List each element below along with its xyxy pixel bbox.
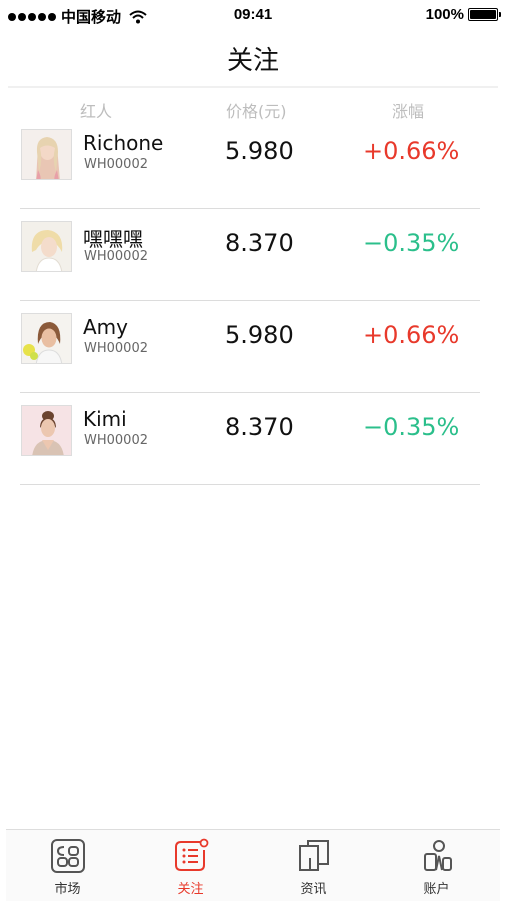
tab-watchlist[interactable]: 关注 bbox=[129, 830, 252, 901]
avatar bbox=[21, 405, 72, 456]
page-title: 关注 bbox=[226, 46, 279, 76]
star-name: Richone bbox=[83, 131, 164, 155]
tab-market[interactable]: 市场 bbox=[6, 830, 129, 901]
news-icon bbox=[299, 840, 329, 871]
list-item[interactable]: Kimi WH00002 8.370 −0.35% bbox=[20, 393, 480, 485]
list-item[interactable]: Richone WH00002 5.980 +0.66% bbox=[20, 117, 480, 209]
star-code: WH00002 bbox=[84, 433, 148, 448]
star-price: 5.980 bbox=[225, 137, 294, 165]
star-code: WH00002 bbox=[84, 249, 148, 264]
avatar bbox=[21, 313, 72, 364]
avatar bbox=[21, 221, 72, 272]
status-bar: 中国移动 09:41 100% bbox=[0, 0, 506, 30]
avatar bbox=[21, 129, 72, 180]
star-code: WH00002 bbox=[84, 341, 148, 356]
star-change: −0.35% bbox=[363, 413, 460, 441]
star-name: Kimi bbox=[83, 407, 127, 431]
star-price: 8.370 bbox=[225, 229, 294, 257]
battery-percent: 100% bbox=[425, 6, 464, 23]
list-item[interactable]: 嘿嘿嘿 WH00002 8.370 −0.35% bbox=[20, 209, 480, 301]
tab-label: 账户 bbox=[423, 882, 450, 897]
tab-bar: 市场 关注 资讯 账户 bbox=[6, 829, 500, 901]
tab-label: 市场 bbox=[54, 882, 81, 897]
star-change: +0.66% bbox=[363, 137, 460, 165]
star-price: 5.980 bbox=[225, 321, 294, 349]
tab-news[interactable]: 资讯 bbox=[252, 830, 375, 901]
market-icon bbox=[51, 839, 85, 873]
tab-label: 关注 bbox=[177, 882, 204, 897]
tab-account[interactable]: 账户 bbox=[375, 830, 498, 901]
battery-info: 100% bbox=[425, 6, 501, 23]
list-item[interactable]: Amy WH00002 5.980 +0.66% bbox=[20, 301, 480, 393]
watchlist-icon bbox=[175, 838, 209, 871]
star-code: WH00002 bbox=[84, 157, 148, 172]
star-change: +0.66% bbox=[363, 321, 460, 349]
battery-icon bbox=[468, 8, 501, 21]
star-name: 嘿嘿嘿 bbox=[83, 227, 143, 251]
star-change: −0.35% bbox=[363, 229, 460, 257]
star-name: Amy bbox=[83, 315, 128, 339]
row-divider bbox=[20, 484, 480, 485]
tab-label: 资讯 bbox=[300, 882, 327, 897]
star-price: 8.370 bbox=[225, 413, 294, 441]
account-icon bbox=[424, 840, 452, 871]
header-divider bbox=[8, 86, 498, 88]
